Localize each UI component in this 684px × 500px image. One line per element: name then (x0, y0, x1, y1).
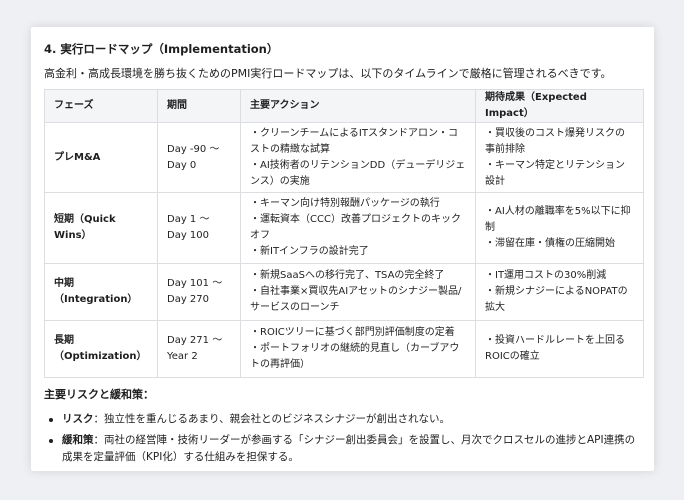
action-item: ・新規SaaSへの移行完了、TSAの完全終了 (250, 270, 445, 281)
action-item: ・キーマン向け特別報酬パッケージの執行 (250, 198, 440, 209)
action-item: ・AI技術者のリテンションDD（デューデリジェンス）の実施 (250, 159, 466, 187)
action-item: ・自社事業×買収先AIアセットのシナジー製品/サービスのローンチ (250, 286, 462, 313)
impact-item: ・AI人材の離職率を5%以下に抑制 (485, 206, 631, 233)
impact-cell: ・買収後のコスト爆発リスクの事前排除 ・キーマン特定とリテンション設計 (475, 122, 644, 193)
risks-list: リスク：独立性を重んじるあまり、親会社とのビジネスシナジーが創出されない。 緩和… (44, 411, 642, 466)
table-row: 長期（Optimization） Day 271 〜 Year 2 ・ROICツ… (44, 320, 644, 378)
table-header-row: フェーズ 期間 主要アクション 期待成果（Expected Impact） (44, 89, 644, 123)
action-item: ・運転資本（CCC）改善プロジェクトのキックオフ (250, 214, 461, 241)
action-item: ・ポートフォリオの継続的見直し（カーブアウトの再評価） (250, 343, 460, 370)
period-cell: Day 271 〜 Year 2 (157, 320, 241, 378)
impact-item: ・キーマン特定とリテンション設計 (485, 159, 625, 187)
risks-title: 主要リスクと緩和策： (44, 388, 154, 401)
table-row: プレM&A Day -90 〜 Day 0 ・クリーンチームによるITスタンドア… (44, 122, 644, 193)
bullet-icon (49, 418, 53, 422)
impact-item: ・新規シナジーによるNOPATの拡大 (485, 286, 628, 313)
roadmap-table: フェーズ 期間 主要アクション 期待成果（Expected Impact） プレ… (44, 89, 644, 378)
table-row: 中期（Integration） Day 101 〜 Day 270 ・新規Saa… (44, 263, 644, 321)
header-actions: 主要アクション (240, 89, 476, 123)
risk-label: リスク (62, 413, 94, 425)
table-row: 短期（Quick Wins） Day 1 〜 Day 100 ・キーマン向け特別… (44, 192, 644, 264)
phase-cell: プレM&A (44, 122, 158, 193)
list-item: リスク：独立性を重んじるあまり、親会社とのビジネスシナジーが創出されない。 (44, 411, 642, 428)
section-title: 4. 実行ロードマップ（Implementation） (44, 42, 279, 56)
impact-item: ・滞留在庫・債権の圧縮開始 (485, 238, 615, 249)
impact-item: ・IT運用コストの30%削減 (485, 270, 607, 281)
impact-item: ・投資ハードルレートを上回るROICの確立 (485, 335, 625, 362)
actions-cell: ・キーマン向け特別報酬パッケージの執行 ・運転資本（CCC）改善プロジェクトのキ… (240, 192, 476, 264)
header-impact: 期待成果（Expected Impact） (475, 89, 644, 123)
impact-cell: ・AI人材の離職率を5%以下に抑制 ・滞留在庫・債権の圧縮開始 (475, 192, 644, 264)
mitigation-label: 緩和策 (62, 434, 94, 446)
period-cell: Day 101 〜 Day 270 (157, 263, 241, 321)
actions-cell: ・クリーンチームによるITスタンドアロン・コストの精緻な試算 ・AI技術者のリテ… (240, 122, 476, 193)
phase-cell: 長期（Optimization） (44, 320, 158, 378)
header-period: 期間 (157, 89, 241, 123)
action-item: ・ROICツリーに基づく部門別評価制度の定着 (250, 327, 455, 338)
list-item: 緩和策：両社の経営陣・技術リーダーが参画する「シナジー創出委員会」を設置し、月次… (44, 432, 642, 466)
phase-cell: 短期（Quick Wins） (44, 192, 158, 264)
action-item: ・クリーンチームによるITスタンドアロン・コストの精緻な試算 (250, 127, 458, 155)
header-phase: フェーズ (44, 89, 158, 123)
phase-cell: 中期（Integration） (44, 263, 158, 321)
document-card: 4. 実行ロードマップ（Implementation） 高金利・高成長環境を勝ち… (31, 27, 654, 471)
intro-paragraph: 高金利・高成長環境を勝ち抜くためのPMI実行ロードマップは、以下のタイムラインで… (44, 67, 612, 80)
mitigation-text: ：両社の経営陣・技術リーダーが参画する「シナジー創出委員会」を設置し、月次でクロ… (62, 434, 636, 463)
period-cell: Day 1 〜 Day 100 (157, 192, 241, 264)
bullet-icon (49, 439, 53, 443)
actions-cell: ・新規SaaSへの移行完了、TSAの完全終了 ・自社事業×買収先AIアセットのシ… (240, 263, 476, 321)
impact-cell: ・IT運用コストの30%削減 ・新規シナジーによるNOPATの拡大 (475, 263, 644, 321)
actions-cell: ・ROICツリーに基づく部門別評価制度の定着 ・ポートフォリオの継続的見直し（カ… (240, 320, 476, 378)
impact-cell: ・投資ハードルレートを上回るROICの確立 (475, 320, 644, 378)
risk-text: ：独立性を重んじるあまり、親会社とのビジネスシナジーが創出されない。 (93, 413, 450, 425)
period-cell: Day -90 〜 Day 0 (157, 122, 241, 193)
action-item: ・新ITインフラの設計完了 (250, 246, 369, 257)
impact-item: ・買収後のコスト爆発リスクの事前排除 (485, 127, 625, 155)
